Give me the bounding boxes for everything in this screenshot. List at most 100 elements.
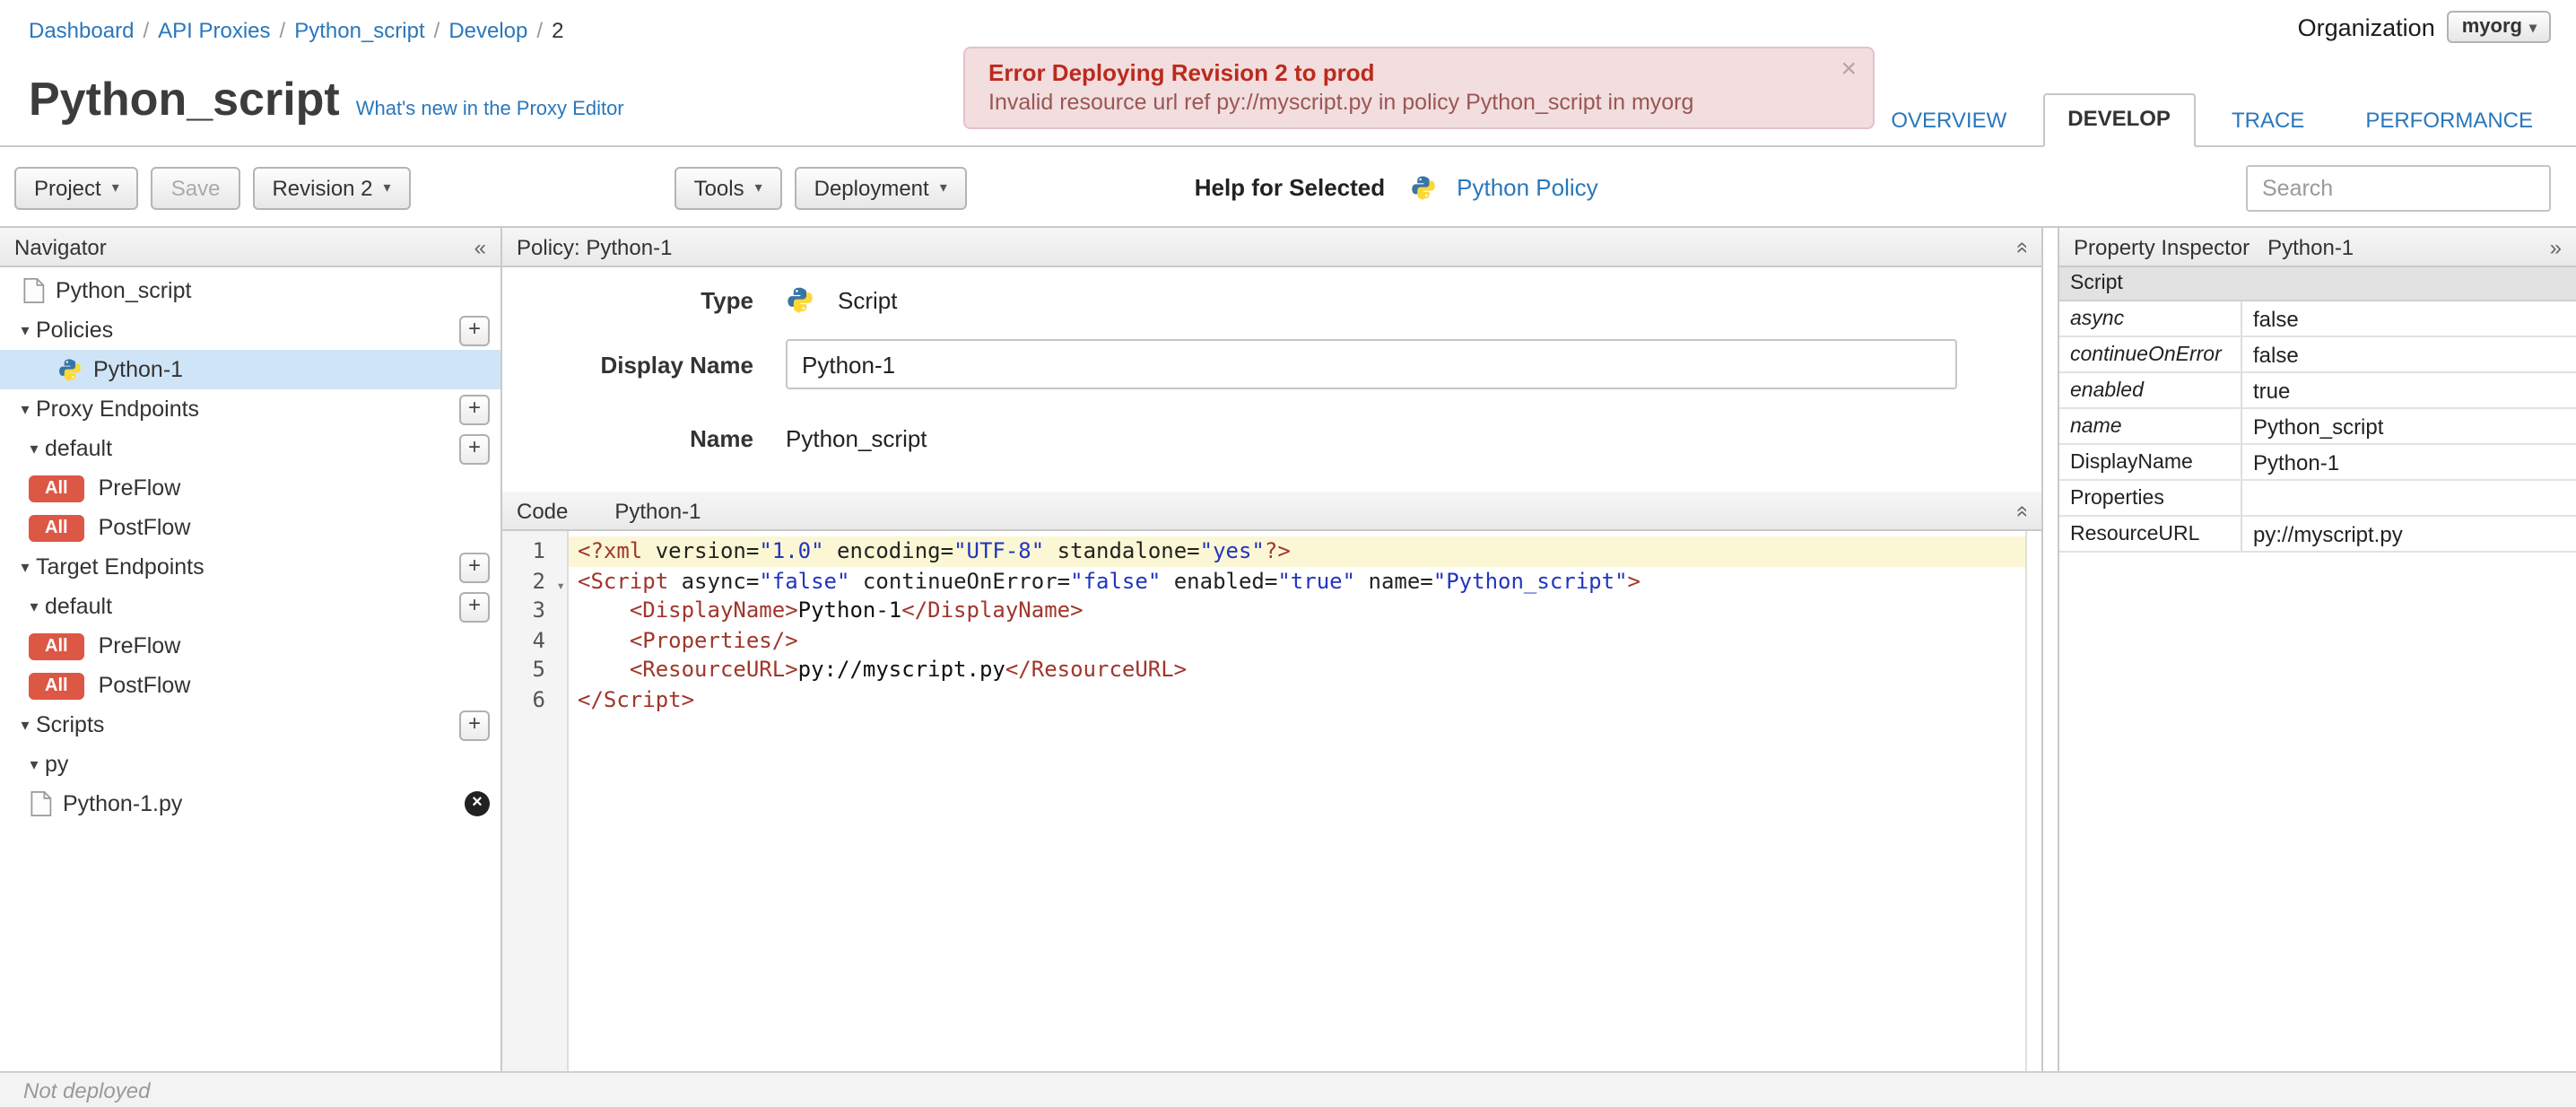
whats-new-link[interactable]: What's new in the Proxy Editor [356,99,624,120]
expand-panel-icon[interactable]: » [2550,234,2562,259]
nav-item-scripts-py-folder[interactable]: ▾ py [0,745,500,784]
navigator-header: Navigator « [0,228,500,267]
python-policy-help-link[interactable]: Python Policy [1410,174,1598,201]
nav-item-proxy-root[interactable]: Python_script [0,271,500,310]
nav-item-label: PostFlow [98,515,191,540]
nav-item-script-python-1-py[interactable]: Python-1.py × [0,784,500,824]
collapse-panel-icon[interactable]: « [474,234,486,259]
add-proxy-endpoint-button[interactable]: + [459,395,490,425]
breadcrumb-link-dashboard[interactable]: Dashboard [29,18,134,43]
breadcrumb-link-proxy[interactable]: Python_script [294,18,424,43]
nav-item-target-preflow[interactable]: All PreFlow [0,626,500,666]
property-name: DisplayName [2059,445,2242,479]
deployment-menu-label: Deployment [814,175,929,200]
collapse-triangle-icon[interactable]: ▾ [23,439,45,458]
type-label: Type [701,286,753,313]
collapse-section-icon[interactable]: » [2008,504,2033,516]
collapse-triangle-icon[interactable]: ▾ [14,320,36,340]
breadcrumb-separator: / [143,18,150,43]
collapse-triangle-icon[interactable]: ▾ [14,557,36,577]
property-inspector-panel: Property Inspector Python-1 » Script asy… [2058,228,2576,1073]
code-scrollbar[interactable] [2025,531,2041,1073]
property-name: Properties [2059,481,2242,515]
display-name-input[interactable] [786,339,1957,389]
collapse-triangle-icon[interactable]: ▾ [14,715,36,735]
caret-down-icon: ▾ [2528,19,2537,35]
tab-trace[interactable]: TRACE [2206,95,2329,147]
org-select[interactable]: myorg ▾ [2447,11,2551,43]
nav-item-target-endpoints[interactable]: ▾ Target Endpoints + [0,547,500,587]
code-editor: 1 2 ▾ 3 4 5 6 <?xml version="1.0" encoding="UT… [502,531,2041,1073]
navigator-tree: Python_script ▾ Policies + Python-1 ▾ Pr… [0,267,500,1073]
title-row: Python_script What's new in the Proxy Ed… [29,72,624,127]
property-name: enabled [2059,373,2242,407]
property-name: ResourceURL [2059,517,2242,551]
code-panel-subtitle: Python-1 [614,498,701,523]
caret-down-icon: ▾ [383,179,391,196]
tab-performance[interactable]: PERFORMANCE [2340,95,2558,147]
property-inspector-header: Property Inspector Python-1 » [2059,228,2576,267]
main-area: Navigator « Python_script ▾ Policies + P… [0,226,2576,1073]
nav-item-target-postflow[interactable]: All PostFlow [0,666,500,705]
org-select-value: myorg [2461,16,2522,38]
display-name-label: Display Name [600,351,753,378]
collapse-section-icon[interactable]: » [2008,240,2033,252]
close-icon[interactable]: × [1841,56,1857,83]
nav-item-proxy-endpoint-default[interactable]: ▾ default + [0,429,500,468]
type-value-text: Script [838,286,898,313]
nav-item-scripts[interactable]: ▾ Scripts + [0,705,500,745]
add-target-endpoint-button[interactable]: + [459,553,490,583]
tools-menu-button[interactable]: Tools ▾ [674,166,782,209]
search-input[interactable] [2246,164,2551,211]
breadcrumb-separator: / [536,18,544,43]
collapse-triangle-icon[interactable]: ▾ [23,754,45,774]
organization-label: Organization [2297,13,2435,40]
all-badge: All [29,475,84,501]
nav-item-target-endpoint-default[interactable]: ▾ default + [0,587,500,626]
navigator-title: Navigator [14,234,107,259]
code-panel-title: Code [517,498,569,523]
nav-item-label: Target Endpoints [36,554,205,580]
project-menu-button[interactable]: Project ▾ [14,166,139,209]
policy-panel-title: Policy: Python-1 [517,234,673,259]
all-badge: All [29,672,84,699]
code-line: <Script async="false" continueOnError="f… [578,568,1640,593]
nav-item-policy-python-1[interactable]: Python-1 [0,350,500,389]
nav-item-policies[interactable]: ▾ Policies + [0,310,500,350]
property-row-resourceurl: ResourceURL py://myscript.py [2059,517,2576,553]
nav-item-proxy-preflow[interactable]: All PreFlow [0,468,500,508]
code-line: <DisplayName>Python-1</DisplayName> [629,597,1083,623]
delete-script-icon[interactable]: × [465,791,490,816]
save-button[interactable]: Save [151,166,240,209]
nav-item-proxy-endpoints[interactable]: ▾ Proxy Endpoints + [0,389,500,429]
add-flow-button[interactable]: + [459,434,490,465]
tab-overview[interactable]: OVERVIEW [1866,95,2032,147]
tab-develop[interactable]: DEVELOP [2042,93,2196,147]
caret-down-icon: ▾ [111,179,119,196]
tab-bar: OVERVIEW DEVELOP TRACE PERFORMANCE [1866,93,2558,147]
add-policy-button[interactable]: + [459,316,490,346]
add-script-button[interactable]: + [459,710,490,741]
breadcrumb: Dashboard / API Proxies / Python_script / Deve… [29,18,563,43]
code-line: <ResourceURL>py://myscript.py</ResourceU… [629,657,1188,682]
breadcrumb-link-develop[interactable]: Develop [448,18,527,43]
code-lines[interactable]: <?xml version="1.0" encoding="UTF-8" sta… [569,531,2041,1073]
revision-menu-button[interactable]: Revision 2 ▾ [252,166,411,209]
collapse-triangle-icon[interactable]: ▾ [14,399,36,419]
nav-item-proxy-postflow[interactable]: All PostFlow [0,508,500,547]
property-name: async [2059,301,2242,336]
all-badge: All [29,632,84,659]
error-banner: Error Deploying Revision 2 to prod Inval… [963,47,1875,129]
nav-item-label: Python_script [56,278,192,303]
collapse-triangle-icon[interactable]: ▾ [23,597,45,616]
save-button-label: Save [170,175,221,200]
breadcrumb-link-api-proxies[interactable]: API Proxies [158,18,270,43]
add-flow-button[interactable]: + [459,592,490,623]
code-line: </Script> [578,686,695,711]
deployment-status-text: Not deployed [23,1077,151,1103]
nav-item-label: Python-1.py [63,791,183,816]
deployment-menu-button[interactable]: Deployment ▾ [794,166,967,209]
property-row-async: async false [2059,301,2576,337]
file-icon [29,791,52,816]
nav-item-label: Proxy Endpoints [36,397,200,422]
